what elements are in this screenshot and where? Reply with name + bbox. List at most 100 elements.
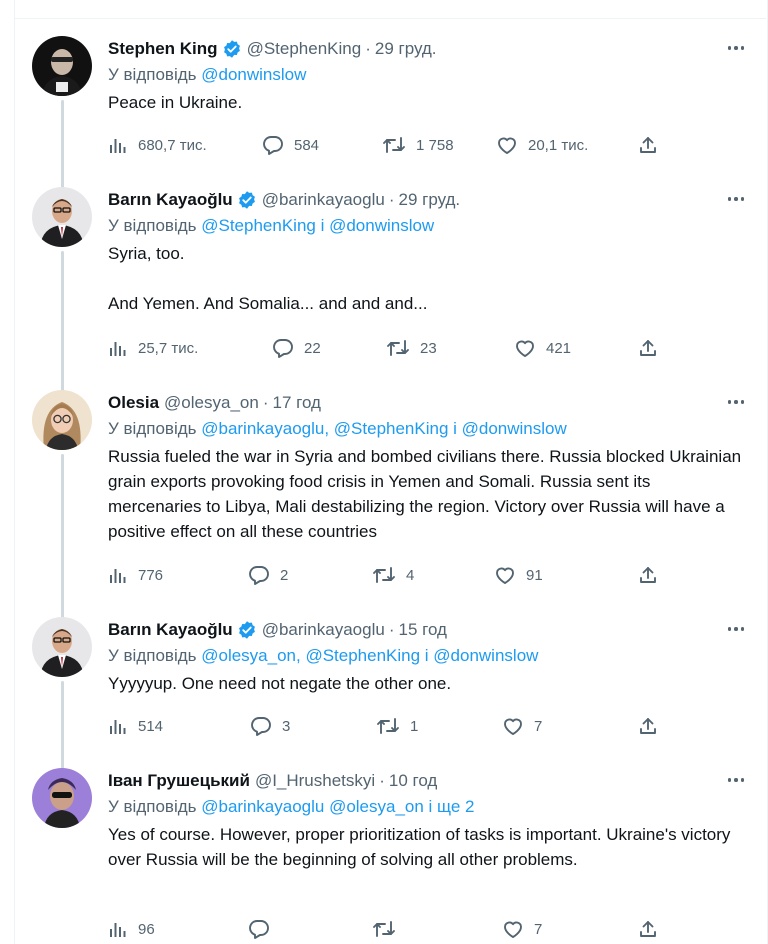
tweet-text: Yyyyyup. One need not negate the other o… <box>108 671 748 696</box>
separator-dot: · <box>388 190 395 209</box>
reply-button[interactable] <box>248 918 280 940</box>
more-dots-icon[interactable] <box>724 189 748 209</box>
tweet[interactable]: Stephen King @StephenKing · 29 груд. У в… <box>14 36 766 190</box>
likes-count: 421 <box>546 339 572 357</box>
timestamp[interactable]: 15 год <box>398 620 446 640</box>
share-button[interactable] <box>638 134 658 156</box>
author-name[interactable]: Barın Kayaoğlu <box>108 620 233 640</box>
like-button[interactable]: 20,1 тис. <box>496 134 588 156</box>
speech-bubble-icon <box>249 920 269 939</box>
share-button[interactable] <box>638 337 658 359</box>
views-count: 776 <box>138 566 164 584</box>
reply-button[interactable]: 22 <box>272 337 321 359</box>
heart-outline-icon <box>504 718 522 735</box>
author-handle[interactable]: @StephenKing <box>247 39 362 59</box>
reply-button[interactable]: 584 <box>262 134 319 156</box>
heart-outline-icon <box>516 340 534 357</box>
like-button[interactable]: 7 <box>502 715 542 737</box>
retweet-button[interactable]: 1 <box>376 715 418 737</box>
tweet-text: Peace in Ukraine. <box>108 90 748 115</box>
author-name[interactable]: Barın Kayaoğlu <box>108 190 233 210</box>
timestamp[interactable]: 10 год <box>389 771 437 791</box>
top-divider <box>14 18 766 19</box>
tweet[interactable]: Barın Kayaoğlu @barinkayaoglu · 15 год У… <box>14 617 766 769</box>
tweet-paragraph: Yes of course. However, proper prioritiz… <box>108 825 731 869</box>
tweet-text: Russia fueled the war in Syria and bombe… <box>108 444 748 544</box>
author-name[interactable]: Olesia <box>108 393 159 413</box>
more-dots-icon[interactable] <box>724 392 748 412</box>
upload-arrow-icon <box>640 567 656 583</box>
like-button[interactable]: 421 <box>514 337 571 359</box>
separator-dot: · <box>262 393 269 412</box>
retweets-count: 4 <box>406 566 415 584</box>
author-handle[interactable]: @barinkayaoglu <box>262 190 385 210</box>
author-name[interactable]: Stephen King <box>108 39 218 59</box>
retweet-button[interactable]: 23 <box>386 337 437 359</box>
tweet[interactable]: Olesia @olesya_on · 17 год У відповідь @… <box>14 390 766 624</box>
avatar-ivan-hrushetskyi[interactable] <box>32 768 92 828</box>
likes-count: 20,1 тис. <box>528 136 589 154</box>
views-button[interactable]: 514 <box>108 715 163 737</box>
author-handle[interactable]: @barinkayaoglu <box>262 620 385 640</box>
verified-badge-icon <box>222 39 242 59</box>
views-button[interactable]: 25,7 тис. <box>108 337 198 359</box>
speech-bubble-icon <box>249 566 269 585</box>
like-button[interactable]: 7 <box>502 918 542 940</box>
reply-mentions[interactable]: @barinkayaoglu @olesya_on і ще 2 <box>201 797 474 816</box>
retweet-button[interactable]: 1 758 <box>382 134 454 156</box>
more-dots-icon[interactable] <box>724 38 748 58</box>
retweet-arrows-icon <box>383 137 405 153</box>
retweet-button[interactable]: 4 <box>372 564 414 586</box>
views-count: 680,7 тис. <box>138 136 207 154</box>
like-button[interactable]: 91 <box>494 564 543 586</box>
replies-count: 584 <box>294 136 320 154</box>
avatar-barin-kayaoglu[interactable] <box>32 617 92 677</box>
likes-count: 7 <box>534 717 543 735</box>
retweets-count: 1 <box>410 717 419 735</box>
views-button[interactable]: 96 <box>108 918 155 940</box>
avatar-olesia[interactable] <box>32 390 92 450</box>
separator-dot: · <box>388 620 395 639</box>
tweet[interactable]: Іван Грушецький @I_Hrushetskyi · 10 год … <box>14 768 766 944</box>
more-dots-icon[interactable] <box>724 770 748 790</box>
action-bar: 96 7 <box>108 918 668 940</box>
tweet-text: Syria, too. And Yemen. And Somalia... an… <box>108 241 748 316</box>
reply-button[interactable]: 3 <box>250 715 290 737</box>
author-name[interactable]: Іван Грушецький <box>108 771 250 791</box>
timestamp[interactable]: 17 год <box>272 393 320 413</box>
reply-mentions[interactable]: @StephenKing і @donwinslow <box>201 216 434 235</box>
bar-chart-icon <box>110 569 126 583</box>
bar-chart-icon <box>110 923 126 937</box>
upload-arrow-icon <box>640 718 656 734</box>
share-button[interactable] <box>638 918 658 940</box>
views-count: 514 <box>138 717 164 735</box>
author-handle[interactable]: @I_Hrushetskyi <box>255 771 375 791</box>
retweet-button[interactable] <box>372 918 406 940</box>
reply-mentions[interactable]: @donwinslow <box>201 65 306 84</box>
tweet[interactable]: Barın Kayaoğlu @barinkayaoglu · 29 груд.… <box>14 187 766 397</box>
avatar-stephen-king[interactable] <box>32 36 92 96</box>
replies-count: 22 <box>304 339 321 357</box>
verified-badge-icon <box>237 620 257 640</box>
avatar-barin-kayaoglu[interactable] <box>32 187 92 247</box>
reply-mentions[interactable]: @olesya_on, @StephenKing і @donwinslow <box>201 646 538 665</box>
reply-button[interactable]: 2 <box>248 564 288 586</box>
action-bar: 776 2 4 91 <box>108 564 668 586</box>
author-handle[interactable]: @olesya_on <box>164 393 259 413</box>
replies-count: 3 <box>282 717 291 735</box>
upload-arrow-icon <box>640 137 656 153</box>
tweet-text: Yes of course. However, proper prioritiz… <box>108 822 748 872</box>
share-button[interactable] <box>638 715 658 737</box>
more-dots-icon[interactable] <box>724 619 748 639</box>
views-button[interactable]: 776 <box>108 564 163 586</box>
timestamp[interactable]: 29 груд. <box>375 39 437 59</box>
retweet-arrows-icon <box>373 567 395 583</box>
timestamp[interactable]: 29 груд. <box>398 190 460 210</box>
separator-dot: · <box>379 771 385 790</box>
views-button[interactable]: 680,7 тис. <box>108 134 207 156</box>
reply-context: У відповідь @donwinslow <box>108 65 306 85</box>
speech-bubble-icon <box>251 717 271 736</box>
share-button[interactable] <box>638 564 658 586</box>
reply-mentions[interactable]: @barinkayaoglu, @StephenKing і @donwinsl… <box>201 419 567 438</box>
tweet-paragraph: Russia fueled the war in Syria and bombe… <box>108 447 742 541</box>
